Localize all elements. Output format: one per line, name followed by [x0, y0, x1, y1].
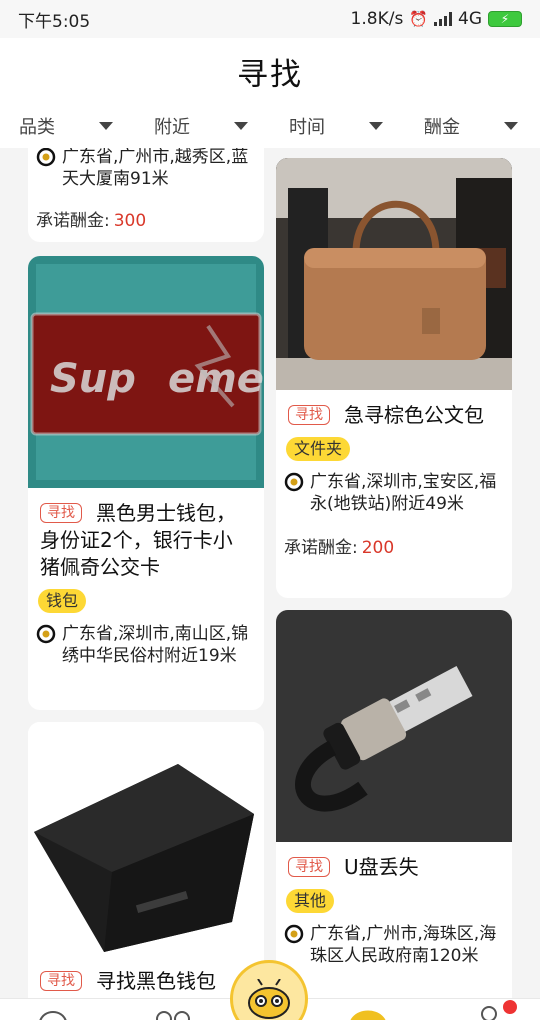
location-target-icon [36, 148, 56, 167]
chevron-down-icon [234, 122, 248, 130]
filter-label: 品类 [19, 117, 55, 138]
status-bar: 下午5:05 1.8K/s ⏰ 4G ⚡ [0, 0, 540, 38]
filter-label: 时间 [289, 117, 325, 138]
usb-drive-photo [276, 610, 512, 842]
reward-amount: 300 [113, 211, 147, 231]
page-title: 寻找 [237, 56, 303, 93]
alarm-icon: ⏰ [409, 10, 428, 28]
filter-reward[interactable]: 酬金 [405, 104, 540, 148]
battery-icon: ⚡ [488, 11, 522, 27]
nav-find-icon[interactable] [348, 1005, 388, 1020]
network-type: 4G [458, 9, 482, 29]
page-header: 寻找 [0, 38, 540, 104]
red-card-photo: Sup eme [28, 256, 264, 488]
category-pill: 文件夹 [286, 437, 351, 461]
location-row: 广东省,广州市,海珠区,海珠区人民政府南120米 [276, 923, 512, 967]
status-time: 下午5:05 [18, 11, 91, 32]
filter-label: 附近 [154, 117, 190, 138]
post-image [276, 610, 512, 842]
post-title-row: 寻找 黑色男士钱包，身份证2个，银行卡小猪佩奇公交卡 [28, 500, 264, 581]
post-card[interactable]: 寻找 急寻棕色公文包 文件夹 广东省,深圳市,宝安区,福永(地铁站)附近49米 承… [276, 158, 512, 598]
post-tag: 寻找 [288, 857, 330, 877]
category-pill: 钱包 [38, 589, 87, 613]
wallet-photo [28, 722, 264, 954]
location-text: 广东省,深圳市,南山区,锦绣中华民俗村附近19米 [62, 624, 249, 666]
post-tag: 寻找 [40, 971, 82, 991]
filter-time[interactable]: 时间 [270, 104, 405, 148]
filter-bar: 品类 附近 时间 酬金 [0, 104, 540, 148]
signal-icon [434, 12, 452, 26]
post-tag: 寻找 [40, 503, 82, 523]
location-row: 广东省,深圳市,宝安区,福永(地铁站)附近49米 [276, 471, 512, 515]
chevron-down-icon [504, 122, 518, 130]
reward-row: 承诺酬金: 300 [28, 206, 264, 231]
location-target-icon [284, 472, 304, 492]
post-title-row: 寻找 急寻棕色公文包 [276, 402, 512, 429]
svg-text:eme: eme [168, 356, 264, 402]
location-row: 广东省,深圳市,南山区,锦绣中华民俗村附近19米 [28, 623, 264, 667]
post-image: Sup eme [28, 256, 264, 488]
location-target-icon [284, 924, 304, 944]
filter-label: 酬金 [424, 117, 460, 138]
nav-home-icon[interactable] [38, 1005, 68, 1020]
post-card[interactable]: 寻找 寻找黑色钱包 [28, 722, 264, 998]
reward-row: 承诺酬金: 200 [276, 533, 512, 558]
location-text: 广东省,广州市,越秀区,蓝天大厦南91米 [62, 148, 249, 189]
filter-nearby[interactable]: 附近 [135, 104, 270, 148]
nav-bike-icon[interactable] [156, 1005, 190, 1020]
reward-amount: 200 [361, 538, 395, 558]
post-title-row: 寻找 U盘丢失 [276, 854, 512, 881]
chevron-down-icon [99, 122, 113, 130]
nav-profile-icon[interactable] [478, 1005, 500, 1020]
location-text: 广东省,广州市,海珠区,海珠区人民政府南120米 [310, 924, 497, 966]
post-image [28, 722, 264, 954]
reward-label: 承诺酬金: [36, 211, 110, 231]
post-tag: 寻找 [288, 405, 330, 425]
notification-dot [503, 1000, 517, 1014]
location-target-icon [36, 624, 56, 644]
post-card[interactable]: 广东省,广州市,越秀区,蓝天大厦南91米 承诺酬金: 300 [28, 148, 264, 242]
bee-mascot-icon [248, 979, 290, 1019]
filter-category[interactable]: 品类 [0, 104, 135, 148]
network-speed: 1.8K/s [350, 9, 404, 29]
post-image [276, 158, 512, 390]
reward-label: 承诺酬金: [284, 538, 358, 558]
post-title: U盘丢失 [344, 855, 419, 879]
chevron-down-icon [369, 122, 383, 130]
post-card[interactable]: 寻找 U盘丢失 其他 广东省,广州市,海珠区,海珠区人民政府南120米 [276, 610, 512, 998]
post-title: 寻找黑色钱包 [96, 969, 216, 993]
briefcase-photo [276, 158, 512, 390]
post-title: 急寻棕色公文包 [344, 403, 484, 427]
location-text: 广东省,深圳市,宝安区,福永(地铁站)附近49米 [310, 472, 497, 514]
post-card[interactable]: Sup eme 寻找 黑色男士钱包，身份证2个，银行卡小猪佩奇公交卡 钱包 广东省… [28, 256, 264, 710]
location-row: 广东省,广州市,越秀区,蓝天大厦南91米 [28, 148, 264, 190]
post-title-row: 寻找 寻找黑色钱包 [28, 968, 264, 995]
post-feed[interactable]: 广东省,广州市,越秀区,蓝天大厦南91米 承诺酬金: 300 寻找 急寻棕色公文包 [0, 148, 540, 998]
svg-text:Sup: Sup [50, 356, 136, 402]
category-pill: 其他 [286, 889, 335, 913]
